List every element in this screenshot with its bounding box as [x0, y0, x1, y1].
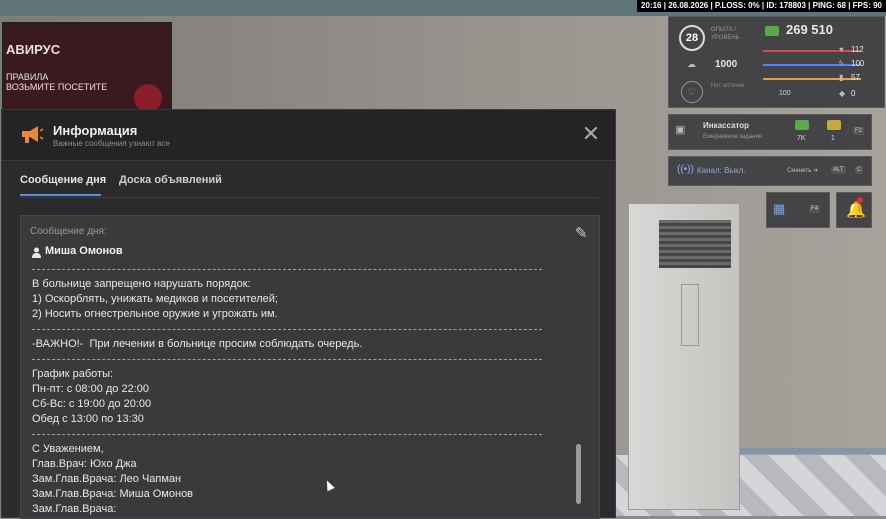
message-line: -ВАЖНО!- При лечении в больнице просим с… — [32, 338, 363, 350]
heart-icon: ♥ — [839, 45, 844, 54]
channel-switch-hint: Сменить ➜ — [787, 168, 819, 174]
message-line: Глав.Врач: Юхо Джа — [32, 458, 137, 470]
information-panel: Информация Важные сообщения узнают все ✕… — [1, 109, 616, 519]
panel-subtitle: Важные сообщения узнают все — [53, 139, 170, 148]
close-icon[interactable]: ✕ — [580, 123, 602, 146]
message-line: С Уважением, — [32, 443, 104, 455]
job-widget[interactable]: ▣ Инкассатор Ежедневное задание 7K 1 F2 — [668, 114, 872, 150]
message-line: Зам.Глав.Врача: — [32, 503, 117, 515]
message-line: В больнице запрещено нарушать порядок: — [32, 278, 251, 290]
notifications-button[interactable]: 🔔 — [836, 192, 872, 228]
shield-icon: ◆ — [839, 89, 846, 98]
panel-header: Информация Важные сообщения узнают все ✕ — [2, 110, 615, 160]
stat-value: 0 — [851, 89, 856, 98]
rating-icon: ☁ — [687, 59, 696, 69]
message-body: ----------------------------------------… — [32, 262, 572, 517]
key-hint: C — [855, 166, 864, 174]
truck-icon: ▣ — [675, 124, 686, 136]
radio-channel-widget[interactable]: ((•)) Канал: Выкл. Сменить ➜ ALT C — [668, 156, 872, 186]
small-stat: 100 — [779, 90, 791, 97]
key-hint: F2 — [853, 127, 865, 135]
tab-message-of-day[interactable]: Сообщение дня — [20, 174, 106, 186]
message-line: ----------------------------------------… — [32, 427, 572, 442]
air-conditioner — [628, 203, 740, 510]
message-line: Зам.Глав.Врача: Миша Омонов — [32, 488, 194, 500]
reward-value: 1 — [831, 135, 835, 142]
medkit-icon: ♡ — [681, 81, 703, 103]
level-badge: 28 — [679, 25, 705, 51]
job-title: Инкассатор — [703, 121, 750, 130]
message-line: График работы: — [32, 368, 114, 380]
scrollbar-thumb[interactable] — [576, 444, 581, 504]
megaphone-icon — [22, 126, 44, 143]
calendar-button[interactable]: ▦ F4 — [766, 192, 830, 228]
tab-announcements[interactable]: Доска объявлений — [119, 174, 222, 186]
notification-dot — [857, 197, 863, 203]
poster-text: ПРАВИЛА ВОЗЬМИТЕ ПОСЕТИТЕ — [6, 72, 108, 92]
ac-grille — [659, 220, 731, 268]
ac-panel — [681, 284, 699, 346]
radio-icon: ((•)) — [677, 164, 694, 175]
money-icon — [795, 120, 809, 130]
status-bar: 20:16 | 26.08.2026 | P.LOSS: 0% | ID: 17… — [637, 0, 886, 12]
message-line: Обед с 13:00 по 13:30 — [32, 413, 144, 425]
stat-value: 100 — [851, 59, 865, 68]
key-hint: ALT — [831, 166, 846, 174]
energy-bar — [763, 64, 861, 66]
message-line: Пн-пт: с 08:00 до 22:00 — [32, 383, 150, 395]
virus-graphic — [134, 84, 162, 112]
medkit-label: Нет аптечки — [711, 83, 745, 89]
wall-poster: АВИРУС ПРАВИЛА ВОЗЬМИТЕ ПОСЕТИТЕ — [2, 22, 172, 116]
message-line: ----------------------------------------… — [32, 352, 572, 367]
poster-title: АВИРУС — [6, 42, 61, 57]
message-line: ----------------------------------------… — [32, 322, 572, 337]
edit-icon[interactable]: ✎ — [575, 224, 588, 242]
message-line: Зам.Глав.Врача: Лео Чапман — [32, 473, 182, 485]
message-author: Миша Омонов — [45, 245, 123, 257]
player-hud: 28 ОПЫТА / УРОВЕНЬ 269 510 ♥ 112 ϟ 100 ▮… — [668, 16, 885, 108]
key-hint: F4 — [809, 205, 821, 213]
level-label: ОПЫТА / УРОВЕНЬ — [711, 27, 740, 41]
hunger-bar — [763, 78, 861, 80]
active-tab-indicator — [20, 194, 101, 196]
job-subtitle: Ежедневное задание — [703, 134, 763, 140]
message-line: 2) Носить огнестрельное оружие и угрожат… — [32, 308, 278, 320]
header-divider — [2, 160, 615, 161]
lightning-icon: ϟ — [839, 59, 844, 68]
bell-icon: 🔔 — [846, 202, 866, 219]
channel-label: Канал: Выкл. — [697, 166, 746, 175]
message-line: Сб-Вс: с 19:00 до 20:00 — [32, 398, 152, 410]
message-content[interactable]: Сообщение дня: ✎ Миша Омонов -----------… — [20, 215, 600, 519]
stat-value: 57 — [851, 73, 860, 82]
rating-value: 1000 — [715, 59, 738, 70]
health-bar — [763, 50, 861, 52]
message-line: 1) Оскорблять, унижать медиков и посетит… — [32, 293, 278, 305]
content-label: Сообщение дня: — [30, 226, 107, 237]
user-icon — [32, 247, 41, 258]
stat-value: 112 — [851, 45, 864, 54]
money-icon — [765, 26, 779, 36]
gold-icon — [827, 120, 841, 130]
panel-title: Информация — [53, 123, 138, 138]
hunger-icon: ▮ — [839, 73, 844, 82]
message-line: ----------------------------------------… — [32, 262, 572, 277]
reward-value: 7K — [797, 135, 806, 142]
calendar-icon: ▦ — [773, 201, 786, 216]
money-value: 269 510 — [786, 22, 833, 37]
tabs-divider — [20, 197, 598, 198]
